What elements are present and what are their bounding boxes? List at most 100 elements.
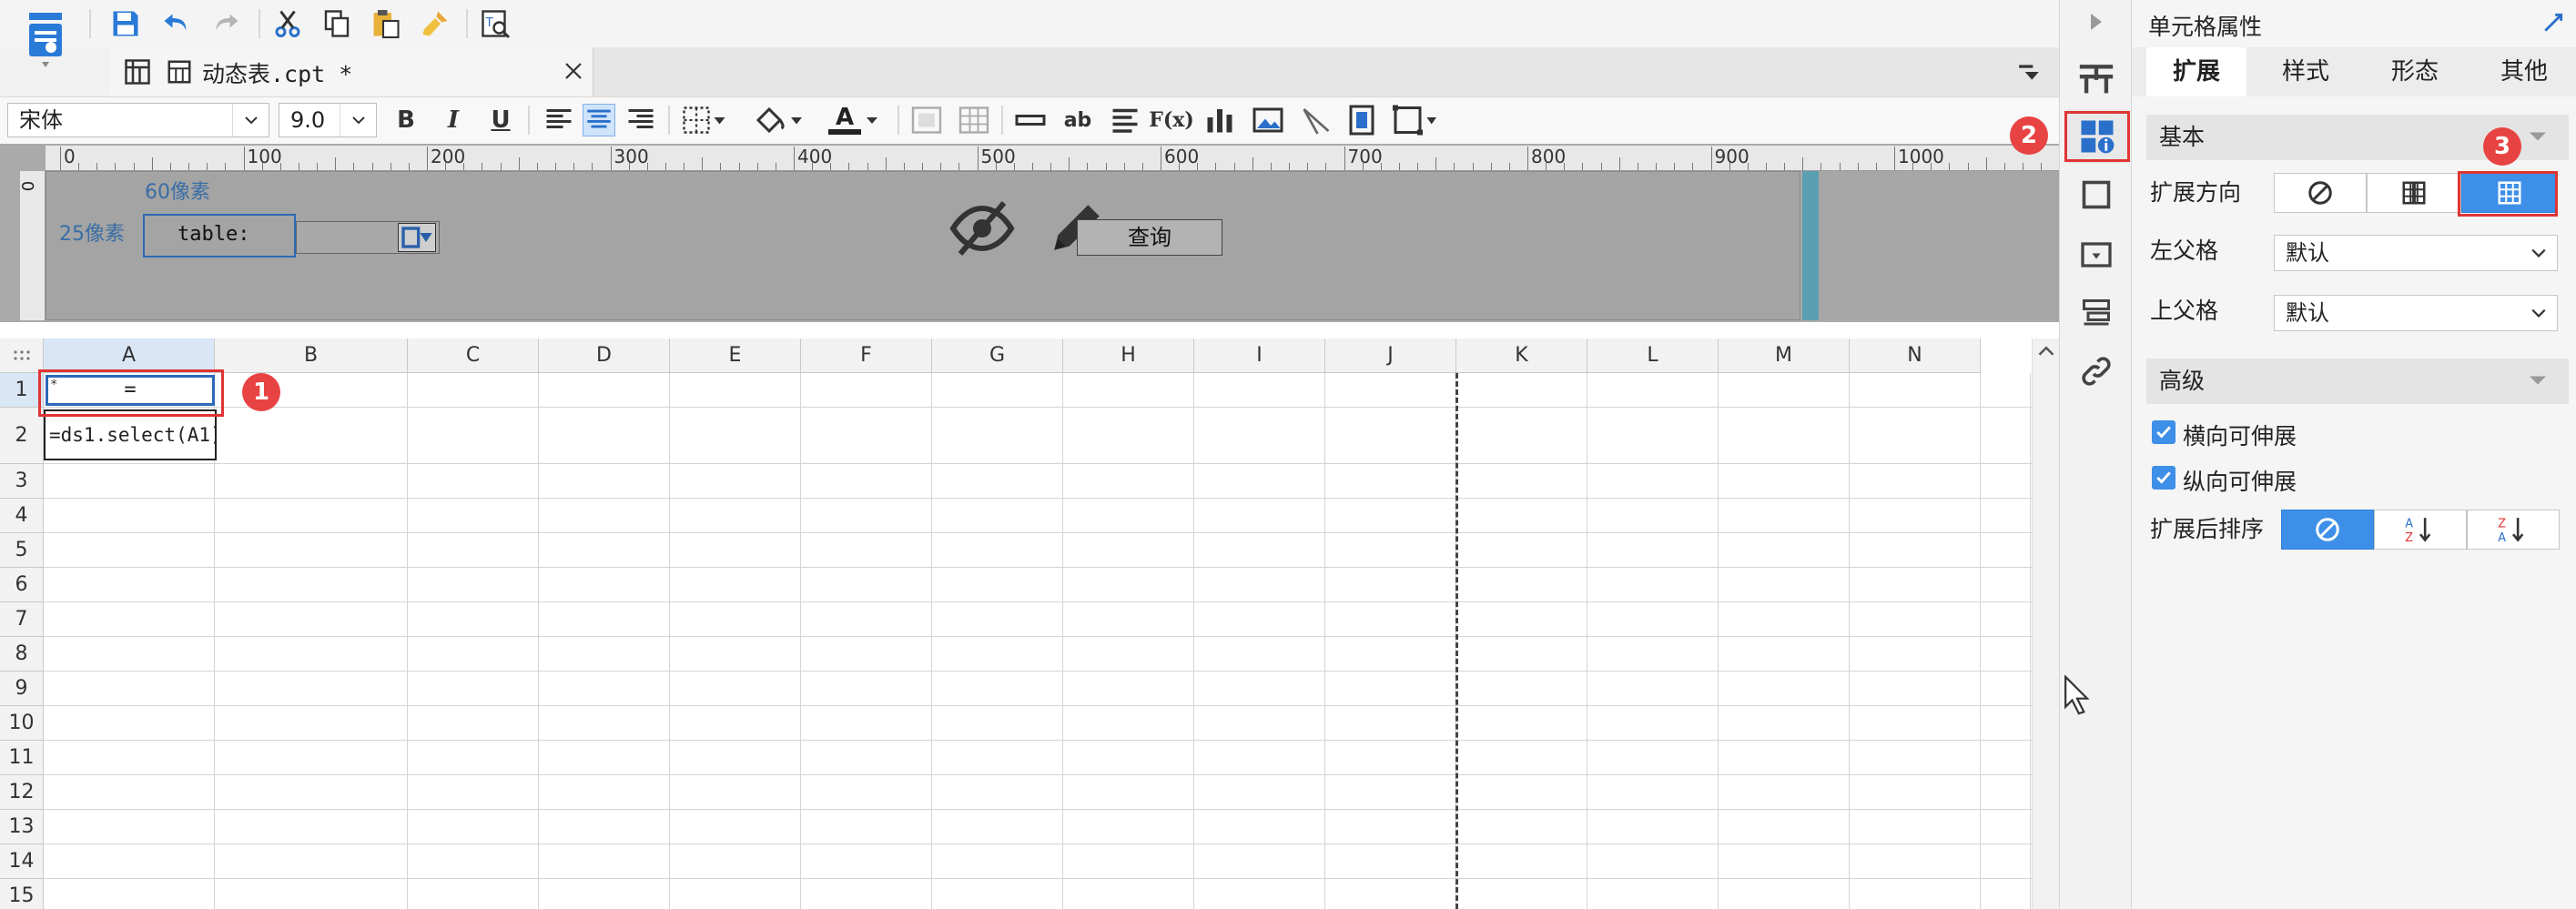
- paragraph-icon[interactable]: [1109, 104, 1141, 136]
- column-header-i[interactable]: I: [1194, 338, 1325, 373]
- format-painter-icon[interactable]: [419, 7, 451, 40]
- chevron-down-icon[interactable]: [2527, 371, 2549, 389]
- grid-row-line: [44, 774, 2032, 775]
- sub-report-icon[interactable]: [1345, 104, 1378, 136]
- align-right-icon[interactable]: [624, 104, 657, 136]
- redo-icon[interactable]: [209, 7, 242, 40]
- tab-other[interactable]: 其他: [2474, 47, 2574, 96]
- column-header-h[interactable]: H: [1063, 338, 1194, 373]
- column-header-d[interactable]: D: [539, 338, 670, 373]
- chart-icon[interactable]: [1203, 104, 1236, 136]
- row-header-9[interactable]: 9: [0, 672, 44, 706]
- pin-icon[interactable]: [2541, 11, 2565, 35]
- left-parent-select[interactable]: 默认: [2274, 235, 2558, 271]
- scroll-up-icon[interactable]: [2037, 342, 2055, 360]
- app-menu-icon[interactable]: [20, 7, 71, 71]
- row-header-7[interactable]: 7: [0, 602, 44, 637]
- row-header-3[interactable]: 3: [0, 464, 44, 499]
- column-header-m[interactable]: M: [1719, 338, 1850, 373]
- vertical-scrollbar[interactable]: [2032, 338, 2059, 909]
- chevron-down-icon[interactable]: [2527, 127, 2549, 146]
- font-family-select[interactable]: 宋体: [7, 103, 269, 137]
- unmerge-cells-icon[interactable]: [958, 104, 990, 136]
- top-parent-select[interactable]: 默认: [2274, 295, 2558, 331]
- row-header-15[interactable]: 15: [0, 879, 44, 909]
- row-header-2[interactable]: 2: [0, 408, 44, 464]
- merge-cells-icon[interactable]: [910, 104, 943, 136]
- column-header-j[interactable]: J: [1325, 338, 1456, 373]
- horizontal-expandable-checkbox[interactable]: [2152, 420, 2175, 444]
- row-header-11[interactable]: 11: [0, 741, 44, 775]
- sort-none-button[interactable]: [2281, 510, 2374, 550]
- expand-vertical-button[interactable]: [2367, 173, 2461, 213]
- align-left-icon[interactable]: [543, 104, 575, 136]
- hidden-eye-icon[interactable]: [949, 199, 1015, 258]
- sort-ascending-button[interactable]: AZ: [2374, 510, 2467, 550]
- row-header-12[interactable]: 12: [0, 775, 44, 810]
- query-button[interactable]: 查询: [1077, 219, 1222, 256]
- ruler-minor-tick: [1508, 163, 1510, 170]
- tab-style[interactable]: 样式: [2256, 47, 2356, 96]
- italic-button[interactable]: I: [439, 102, 468, 138]
- table-label-widget[interactable]: table:: [143, 214, 296, 258]
- column-header-b[interactable]: B: [215, 338, 408, 373]
- ruler-minor-tick: [848, 163, 850, 170]
- fill-color-icon[interactable]: [752, 104, 808, 136]
- column-header-e[interactable]: E: [670, 338, 801, 373]
- condition-attribute-icon[interactable]: [2080, 297, 2113, 329]
- combo-dropdown-icon[interactable]: [398, 223, 436, 252]
- image-icon[interactable]: [1251, 104, 1285, 136]
- text-format-button[interactable]: ab: [1060, 102, 1096, 138]
- formula-button[interactable]: F(x): [1149, 102, 1194, 138]
- column-header-c[interactable]: C: [408, 338, 539, 373]
- widget-icon[interactable]: [2080, 238, 2113, 271]
- sort-descending-button[interactable]: ZA: [2467, 510, 2560, 550]
- save-icon[interactable]: [109, 7, 142, 40]
- tab-form[interactable]: 形态: [2365, 47, 2465, 96]
- row-header-10[interactable]: 10: [0, 706, 44, 741]
- bold-button[interactable]: B: [391, 102, 421, 138]
- column-header-f[interactable]: F: [801, 338, 932, 373]
- border-icon[interactable]: [681, 104, 728, 136]
- copy-icon[interactable]: [320, 7, 353, 40]
- vertical-expandable-checkbox[interactable]: [2152, 466, 2175, 490]
- column-header-a[interactable]: A: [44, 338, 215, 373]
- row-header-6[interactable]: 6: [0, 568, 44, 602]
- cut-icon[interactable]: [271, 7, 304, 40]
- collapse-arrow-icon[interactable]: [2087, 11, 2105, 33]
- cell-element-icon[interactable]: [2080, 178, 2113, 211]
- column-header-n[interactable]: N: [1850, 338, 1981, 373]
- row-header-1[interactable]: 1: [0, 373, 44, 408]
- undo-icon[interactable]: [160, 7, 193, 40]
- underline-button[interactable]: U: [486, 102, 515, 138]
- paste-icon[interactable]: [370, 7, 402, 40]
- cell-a2[interactable]: =ds1.select(A1): [44, 409, 217, 460]
- text-field-icon[interactable]: [1014, 104, 1047, 136]
- row-header-13[interactable]: 13: [0, 810, 44, 844]
- align-center-icon[interactable]: [583, 104, 615, 136]
- hyperlink-icon[interactable]: [2080, 355, 2113, 388]
- close-tab-icon[interactable]: [563, 60, 584, 82]
- row-header-4[interactable]: 4: [0, 499, 44, 533]
- ruler-minor-tick: [555, 163, 557, 170]
- row-header-5[interactable]: 5: [0, 533, 44, 568]
- select-all-icon[interactable]: [0, 338, 44, 373]
- tab-list-dropdown-icon[interactable]: [2015, 60, 2043, 84]
- tab-expand[interactable]: 扩展: [2146, 47, 2246, 96]
- template-icon[interactable]: [2076, 60, 2116, 96]
- column-header-k[interactable]: K: [1456, 338, 1587, 373]
- slash-cell-icon[interactable]: [1300, 104, 1333, 136]
- parameter-form-body[interactable]: 60像素 25像素 table: 查询: [46, 171, 1800, 320]
- row-header-14[interactable]: 14: [0, 844, 44, 879]
- column-header-l[interactable]: L: [1587, 338, 1719, 373]
- form-width-handle[interactable]: [1802, 171, 1819, 320]
- chevron-down-icon[interactable]: [865, 113, 879, 127]
- expand-none-button[interactable]: [2274, 173, 2367, 213]
- tab-dynamic-table[interactable]: 动态表.cpt *: [109, 47, 593, 96]
- font-size-select[interactable]: 9.0: [279, 103, 377, 137]
- find-icon[interactable]: T: [479, 7, 512, 40]
- row-header-8[interactable]: 8: [0, 637, 44, 672]
- section-advanced[interactable]: 高级: [2146, 359, 2569, 404]
- column-header-g[interactable]: G: [932, 338, 1063, 373]
- cell-border-dropdown-icon[interactable]: [1391, 104, 1438, 136]
